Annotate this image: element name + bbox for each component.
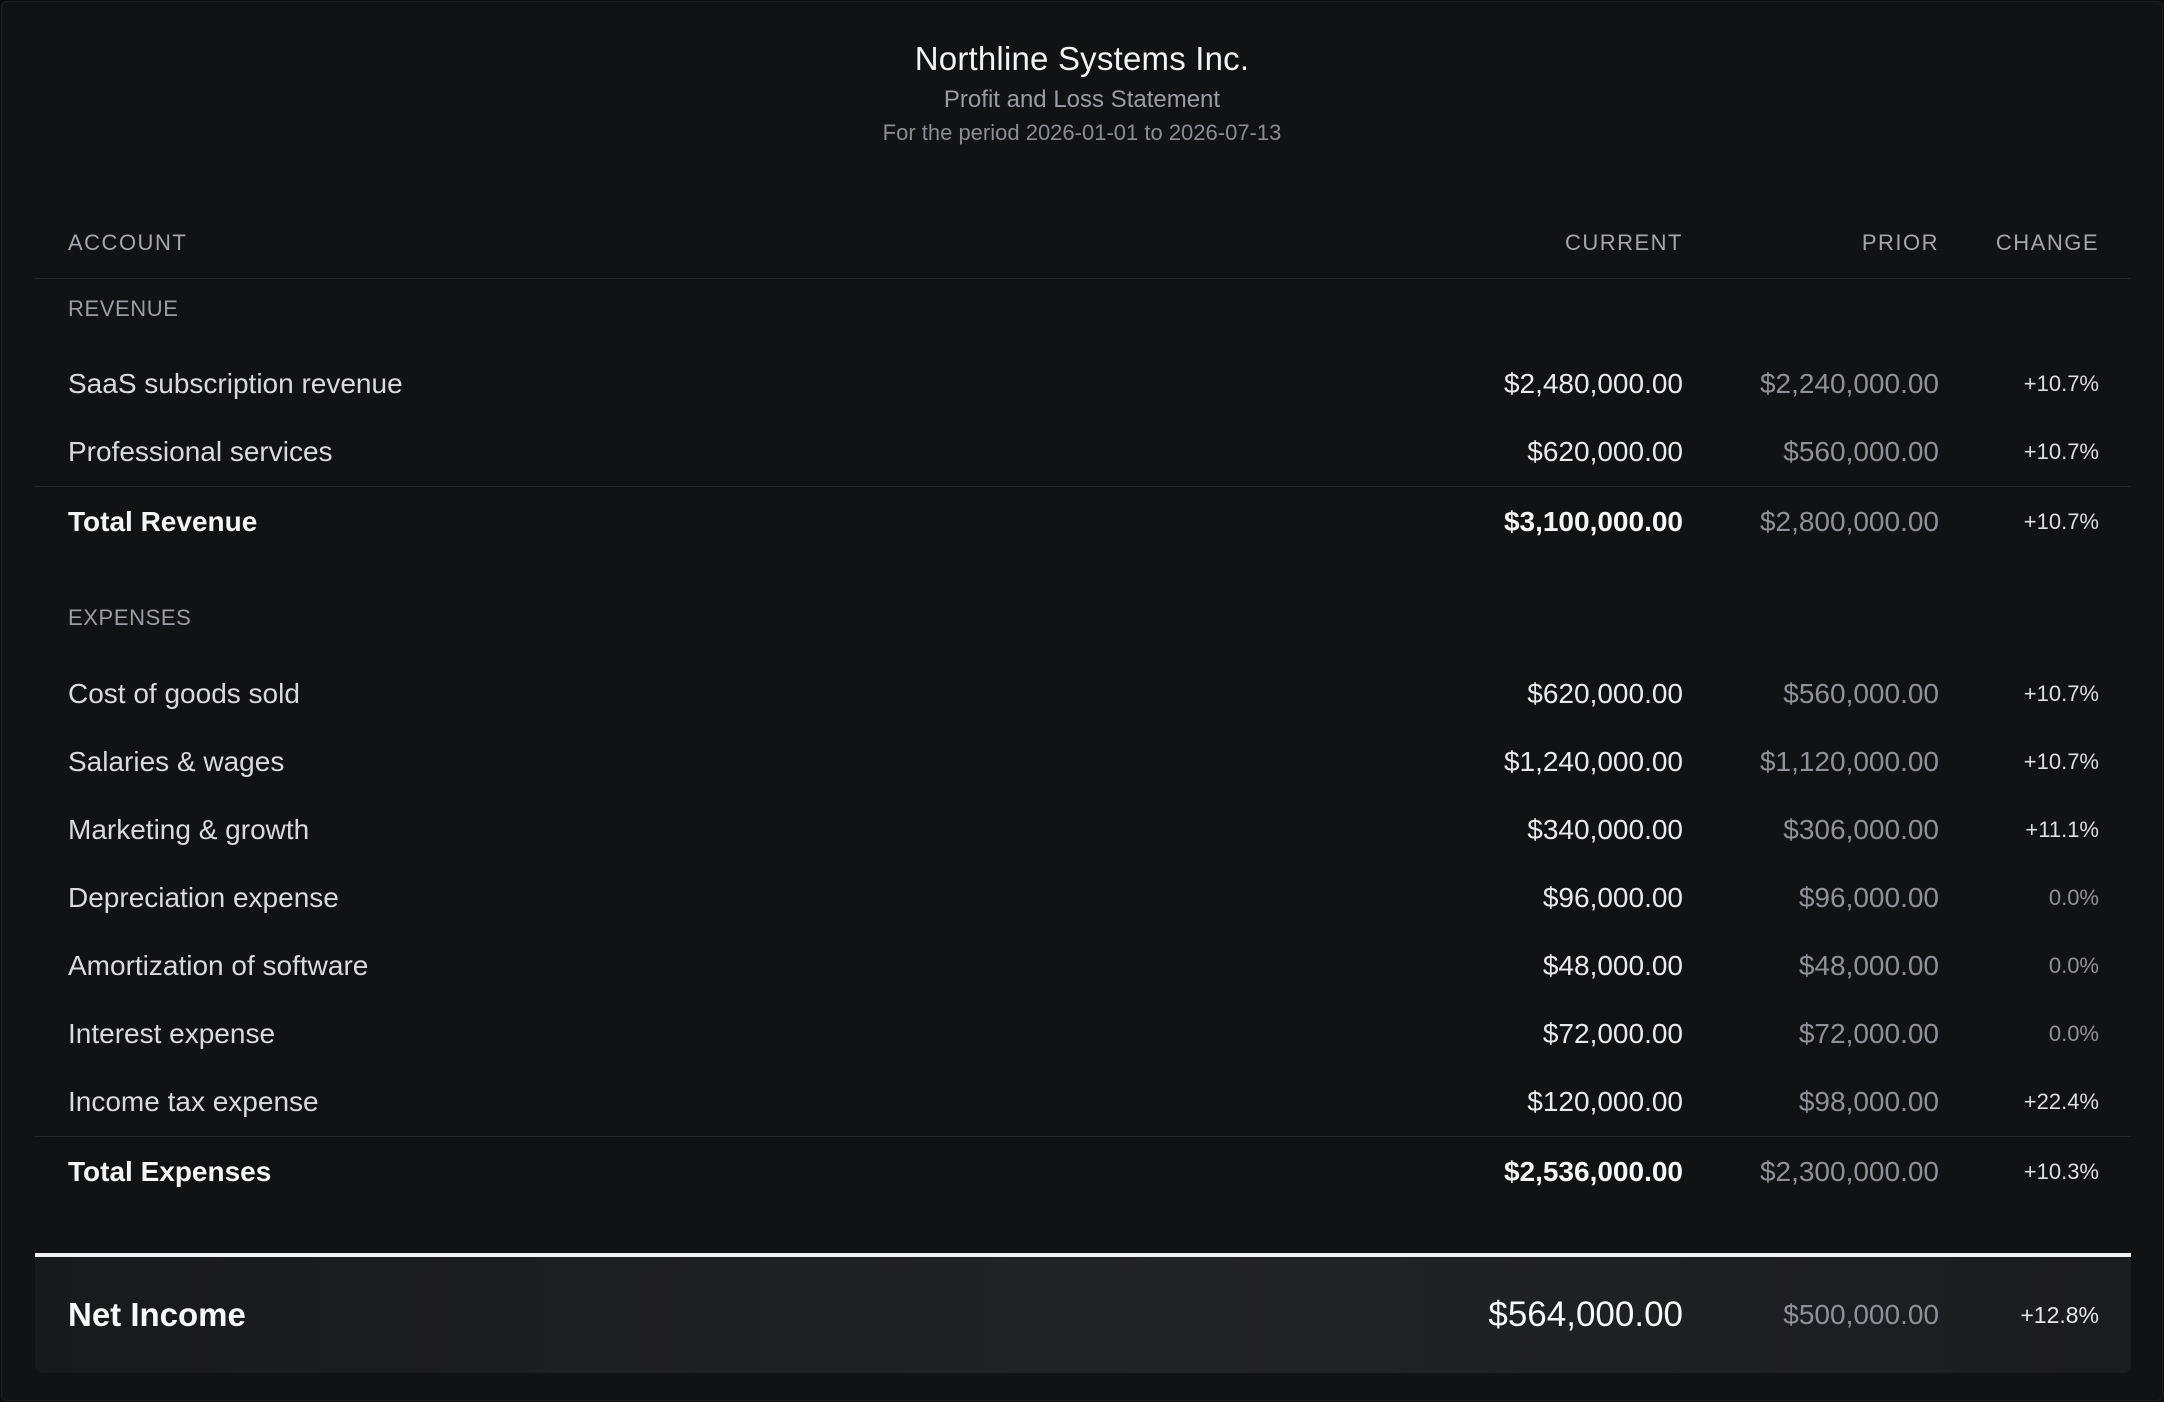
table-row: Depreciation expense $96,000.00 $96,000.… [35, 864, 2131, 932]
change-percent: 0.0% [2048, 885, 2099, 910]
company-name: Northline Systems Inc. [914, 40, 1250, 77]
table-row: Marketing & growth $340,000.00 $306,000.… [35, 796, 2131, 864]
table-header: ACCOUNT CURRENT PRIOR CHANGE [35, 208, 2131, 279]
change-percent: 0.0% [2048, 1021, 2099, 1046]
change-percent: +10.7% [2023, 749, 2099, 774]
total-expenses-row: Total Expenses $2,536,000.00 $2,300,000.… [35, 1136, 2131, 1207]
section-expenses: EXPENSES [35, 588, 2131, 648]
change-percent: 0.0% [2048, 953, 2099, 978]
total-revenue-row: Total Revenue $3,100,000.00 $2,800,000.0… [35, 486, 2131, 557]
section-label: REVENUE [68, 296, 179, 321]
change-percent: +11.1% [2025, 817, 2099, 842]
statement-card: Northline Systems Inc. Profit and Loss S… [1, 1, 2163, 1401]
column-header-change: CHANGE [1995, 230, 2099, 255]
table-row: Salaries & wages $1,240,000.00 $1,120,00… [35, 728, 2131, 796]
section-label: EXPENSES [68, 605, 192, 630]
table-row: Income tax expense $120,000.00 $98,000.0… [35, 1068, 2131, 1136]
section-revenue: REVENUE [35, 279, 2131, 339]
change-percent: +10.7% [2023, 681, 2099, 706]
table-row: Interest expense $72,000.00 $72,000.00 0… [35, 1000, 2131, 1068]
change-percent: +10.7% [2023, 371, 2099, 396]
statement-title: Profit and Loss Statement [943, 86, 1221, 113]
table-row: Amortization of software $48,000.00 $48,… [35, 932, 2131, 1000]
table-row: Professional services $620,000.00 $560,0… [35, 418, 2131, 486]
change-percent: +10.7% [2023, 509, 2099, 534]
table-row: SaaS subscription revenue $2,480,000.00 … [35, 350, 2131, 418]
statement-period: For the period 2026-01-01 to 2026-07-13 [882, 120, 1282, 145]
table-row: Cost of goods sold $620,000.00 $560,000.… [35, 660, 2131, 728]
change-percent: +12.8% [2020, 1301, 2099, 1328]
change-percent: +22.4% [2023, 1089, 2099, 1114]
net-income-row: Net Income $564,000.00 $500,000.00 +12.8… [35, 1253, 2131, 1373]
change-percent: +10.3% [2023, 1159, 2099, 1184]
change-percent: +10.7% [2023, 439, 2099, 464]
